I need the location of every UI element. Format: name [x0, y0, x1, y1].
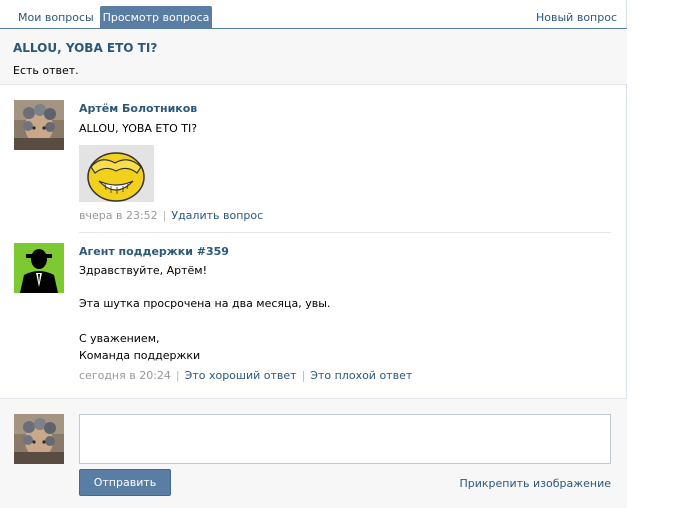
avatar[interactable]: [14, 414, 64, 464]
answer-line-1: Здравствуйте, Артём!: [79, 264, 208, 277]
post-author[interactable]: Агент поддержки #359: [79, 245, 229, 258]
post-time: сегодня в 20:24: [79, 369, 171, 382]
good-answer-link[interactable]: Это хороший ответ: [185, 369, 297, 382]
reply-area: Отправить Прикрепить изображение: [0, 398, 627, 508]
post-meta: вчера в 23:52 | Удалить вопрос: [79, 209, 264, 222]
attach-image-link[interactable]: Прикрепить изображение: [459, 477, 611, 490]
post-text: ALLOU, YOBA ETO TI?: [79, 122, 198, 135]
tab-my-questions[interactable]: Мои вопросы: [9, 6, 103, 29]
question-status: Есть ответ.: [13, 64, 79, 77]
avatar[interactable]: [14, 100, 64, 150]
answer-line-4: Команда поддержки: [79, 349, 201, 362]
post-divider: [79, 232, 611, 233]
question-header: ALLOU, YOBA ETO TI? Есть ответ.: [0, 29, 627, 85]
post-author[interactable]: Артём Болотников: [79, 102, 197, 115]
support-panel: Мои вопросы Просмотр вопроса Новый вопро…: [0, 0, 627, 508]
bad-answer-link[interactable]: Это плохой ответ: [310, 369, 412, 382]
agent-avatar[interactable]: [14, 243, 64, 293]
delete-question-link[interactable]: Удалить вопрос: [171, 209, 263, 222]
post-time: вчера в 23:52: [79, 209, 158, 222]
post-meta: сегодня в 20:24 | Это хороший ответ | Это пл…: [79, 369, 413, 382]
send-button[interactable]: Отправить: [79, 469, 171, 496]
answer-line-2: Эта шутка просрочена на два месяца, увы.: [79, 297, 331, 310]
tab-view-question[interactable]: Просмотр вопроса: [100, 6, 212, 29]
reply-textarea[interactable]: [79, 414, 611, 464]
tabs-bar: Мои вопросы Просмотр вопроса Новый вопро…: [0, 0, 627, 29]
question-title: ALLOU, YOBA ETO TI?: [13, 41, 158, 55]
answer-line-3: С уважением,: [79, 332, 160, 345]
new-question-link[interactable]: Новый вопрос: [536, 6, 617, 29]
attached-image[interactable]: [79, 145, 154, 202]
